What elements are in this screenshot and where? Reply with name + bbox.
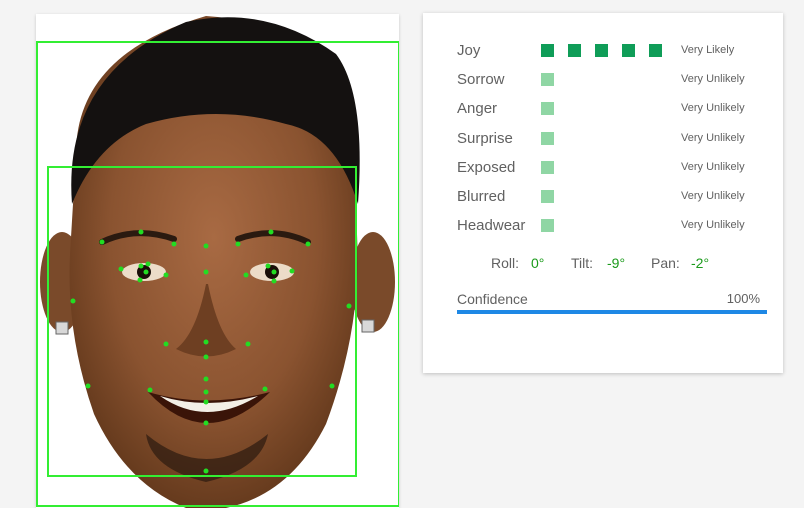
likelihood-meter-block <box>595 44 608 57</box>
landmark-point <box>137 277 143 283</box>
confidence-bar-fill <box>457 310 767 314</box>
likelihood-value: Very Unlikely <box>681 161 745 173</box>
landmark-point <box>262 386 268 392</box>
likelihood-label: Joy <box>457 42 481 59</box>
likelihood-meter-block <box>541 190 554 203</box>
landmark-point <box>203 399 209 405</box>
face-image <box>36 16 399 508</box>
landmark-point <box>203 468 209 474</box>
landmark-point <box>118 266 124 272</box>
left-earring <box>55 321 69 335</box>
landmark-point <box>203 420 209 426</box>
landmark-point <box>203 269 209 275</box>
likelihood-label: Anger <box>457 100 498 117</box>
right-ear <box>351 232 395 332</box>
likelihood-value: Very Unlikely <box>681 73 745 85</box>
likelihood-meter-block <box>541 102 554 115</box>
likelihood-label: Exposed <box>457 159 516 176</box>
landmark-point <box>265 263 271 269</box>
likelihood-value: Very Unlikely <box>681 219 745 231</box>
landmark-point <box>147 387 153 393</box>
landmark-point <box>305 241 311 247</box>
likelihood-meter-block <box>622 44 635 57</box>
likelihood-meter-block <box>541 132 554 145</box>
right-earring <box>361 319 375 333</box>
face-image-card <box>36 14 399 508</box>
landmark-point <box>329 383 335 389</box>
likelihood-meter-block <box>568 44 581 57</box>
face-analysis-panel: Joy Very Likely Sorrow Very Unlikely Anger Ve… <box>423 13 783 373</box>
landmark-point <box>143 269 149 275</box>
pan-label: Pan: <box>651 255 680 271</box>
likelihood-value: Very Unlikely <box>681 190 745 202</box>
landmark-point <box>203 376 209 382</box>
roll-value: 0° <box>531 255 545 271</box>
roll-label: Roll: <box>491 255 520 271</box>
landmark-point <box>243 272 249 278</box>
landmark-point <box>145 261 151 267</box>
landmark-point <box>85 383 91 389</box>
landmark-point <box>203 389 209 395</box>
likelihood-meter-block <box>541 73 554 86</box>
landmark-point <box>138 229 144 235</box>
landmark-point <box>203 354 209 360</box>
landmark-point <box>99 239 105 245</box>
tilt-value: -9° <box>607 255 626 271</box>
landmark-point <box>138 263 144 269</box>
likelihood-value: Very Unlikely <box>681 132 745 144</box>
confidence-value: 100% <box>726 291 760 306</box>
pan-value: -2° <box>691 255 710 271</box>
likelihood-row-surprise: Surprise Very Unlikely <box>457 129 767 149</box>
landmark-point <box>271 278 277 284</box>
likelihood-value: Very Unlikely <box>681 102 745 114</box>
landmark-point <box>163 272 169 278</box>
landmark-point <box>245 341 251 347</box>
head-angles: Roll: 0° Tilt: -9° Pan: -2° <box>491 255 771 275</box>
likelihood-label: Sorrow <box>457 71 505 88</box>
landmark-point <box>235 241 241 247</box>
tilt-label: Tilt: <box>571 255 594 271</box>
landmark-point <box>289 268 295 274</box>
landmark-point <box>163 341 169 347</box>
landmark-point <box>346 303 352 309</box>
likelihood-meter-block <box>541 219 554 232</box>
likelihood-row-anger: Anger Very Unlikely <box>457 99 767 119</box>
likelihood-label: Blurred <box>457 188 506 205</box>
confidence-bar <box>457 310 767 314</box>
likelihood-label: Headwear <box>457 217 526 234</box>
likelihood-row-exposed: Exposed Very Unlikely <box>457 158 767 178</box>
landmark-point <box>70 298 76 304</box>
likelihood-label: Surprise <box>457 130 513 147</box>
landmark-point <box>203 339 209 345</box>
likelihood-meter-block <box>541 44 554 57</box>
landmark-point <box>271 269 277 275</box>
likelihood-row-headwear: Headwear Very Unlikely <box>457 216 767 236</box>
confidence-label: Confidence <box>457 291 528 307</box>
likelihood-value: Very Likely <box>681 44 735 56</box>
likelihood-row-joy: Joy Very Likely <box>457 41 767 61</box>
landmark-point <box>171 241 177 247</box>
landmark-point <box>268 229 274 235</box>
likelihood-meter-block <box>541 161 554 174</box>
likelihood-row-sorrow: Sorrow Very Unlikely <box>457 70 767 90</box>
landmark-point <box>203 243 209 249</box>
likelihood-row-blurred: Blurred Very Unlikely <box>457 187 767 207</box>
likelihood-meter-block <box>649 44 662 57</box>
